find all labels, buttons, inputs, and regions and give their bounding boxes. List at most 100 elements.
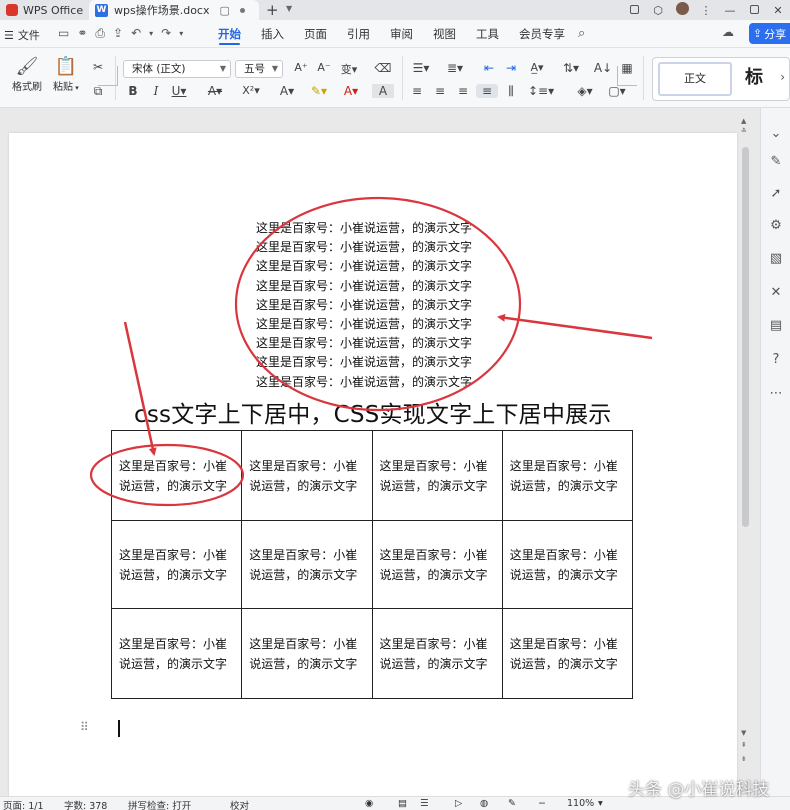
- zoom-dropdown-icon[interactable]: ▾: [598, 798, 603, 809]
- border-icon[interactable]: ▢▾: [606, 84, 628, 98]
- justify-icon[interactable]: ≡: [476, 84, 498, 98]
- prev-page-icon[interactable]: ⇞: [741, 741, 747, 749]
- menu-tab-member[interactable]: 会员专享: [519, 20, 565, 48]
- scroll-top-icon[interactable]: ≛: [741, 127, 747, 135]
- bullet-list-icon[interactable]: ☰▾: [410, 61, 432, 75]
- redo-icon[interactable]: ↷: [161, 26, 171, 41]
- table-cell[interactable]: 这里是百家号：小崔说运营，的演示文字: [371, 608, 503, 699]
- menu-tab-tools[interactable]: 工具: [476, 20, 499, 48]
- increase-font-icon[interactable]: A⁺: [290, 61, 312, 74]
- shading-icon[interactable]: ◈▾: [574, 84, 596, 98]
- table-cell[interactable]: 这里是百家号：小崔说运营，的演示文字: [501, 520, 634, 609]
- page-indicator[interactable]: 页面: 1/1: [3, 798, 44, 810]
- vertical-scrollbar[interactable]: ▲ ≛ ▼ ⇞ ⇟: [739, 117, 753, 797]
- maximize-button[interactable]: [742, 4, 766, 17]
- undo-icon[interactable]: ↶: [131, 26, 141, 41]
- tab-document[interactable]: W wps操作场景.docx ▢: [89, 0, 259, 20]
- close-button[interactable]: ✕: [766, 4, 790, 17]
- screen-icon[interactable]: ▢: [219, 4, 229, 17]
- pen-icon[interactable]: ✎: [508, 798, 516, 809]
- pen-icon[interactable]: ✎: [761, 154, 790, 169]
- italic-icon[interactable]: I: [145, 84, 167, 98]
- scroll-down-icon[interactable]: ▼: [741, 729, 746, 737]
- clear-format-icon[interactable]: ⌫: [372, 61, 394, 75]
- font-family-select[interactable]: 宋体 (正文) ▼: [123, 60, 231, 78]
- table-cell[interactable]: 这里是百家号：小崔说运营，的演示文字: [241, 430, 373, 521]
- font-size-select[interactable]: 五号 ▼: [235, 60, 283, 78]
- book-icon[interactable]: ▤: [761, 318, 790, 333]
- align-right-icon[interactable]: ≡: [452, 84, 474, 98]
- table-cell[interactable]: 这里是百家号：小崔说运营，的演示文字: [501, 608, 634, 699]
- drag-handle-icon[interactable]: ⠿: [80, 720, 89, 734]
- next-page-icon[interactable]: ⇟: [741, 755, 747, 763]
- chevron-down-icon[interactable]: ▼: [286, 4, 292, 13]
- copy-icon[interactable]: ⧉: [87, 84, 109, 99]
- character-shading-icon[interactable]: A: [372, 84, 394, 98]
- new-tab-button[interactable]: +: [266, 1, 279, 19]
- export-icon[interactable]: ⇪: [113, 26, 123, 41]
- underline-icon[interactable]: U▾: [168, 84, 190, 98]
- file-menu-button[interactable]: ☰ 文件: [4, 27, 40, 43]
- align-center-icon[interactable]: ≡: [429, 84, 451, 98]
- zoom-out-icon[interactable]: −: [538, 798, 546, 809]
- image-edit-icon[interactable]: ▧: [761, 251, 790, 266]
- bold-icon[interactable]: B: [122, 84, 144, 98]
- outline-view-icon[interactable]: ☰: [420, 798, 429, 809]
- text-effect-icon[interactable]: A▾: [276, 84, 298, 98]
- proofread-status[interactable]: 校对: [230, 798, 249, 810]
- scrollbar-thumb[interactable]: [742, 147, 749, 527]
- table-cell[interactable]: 这里是百家号：小崔说运营，的演示文字: [110, 520, 243, 609]
- table-cell[interactable]: 这里是百家号：小崔说运营，的演示文字: [110, 608, 243, 699]
- distribute-icon[interactable]: ⫼: [500, 84, 522, 99]
- search-icon[interactable]: ⌕: [578, 26, 585, 41]
- tab-wps-office[interactable]: WPS Office: [0, 0, 88, 20]
- phonetic-guide-icon[interactable]: 变▾: [338, 61, 360, 77]
- font-color-icon[interactable]: A▾: [340, 84, 362, 98]
- save-icon[interactable]: ▭: [58, 26, 69, 41]
- link-icon[interactable]: ⚭: [77, 26, 87, 41]
- table-cell[interactable]: 这里是百家号：小崔说运营，的演示文字: [371, 430, 503, 521]
- superscript-icon[interactable]: X²▾: [240, 84, 262, 97]
- cursor-icon[interactable]: ➚: [761, 186, 790, 201]
- paragraph-sort-icon[interactable]: A↓: [592, 61, 614, 75]
- align-left-icon[interactable]: ≡: [406, 84, 428, 98]
- paste-button[interactable]: 📋 粘贴 ▾: [53, 56, 79, 93]
- share-button[interactable]: ⇪ 分享: [749, 23, 790, 44]
- decrease-font-icon[interactable]: A⁻: [313, 61, 335, 74]
- zoom-level[interactable]: 110%: [567, 798, 594, 809]
- redo-dropdown-icon[interactable]: ▾: [179, 26, 183, 41]
- strikethrough-icon[interactable]: A▾: [204, 84, 226, 98]
- menu-tab-insert[interactable]: 插入: [261, 20, 284, 48]
- play-icon[interactable]: ▷: [455, 798, 462, 809]
- menu-tab-references[interactable]: 引用: [347, 20, 370, 48]
- minimize-button[interactable]: —: [718, 4, 742, 17]
- line-spacing-icon[interactable]: ↕≡▾: [528, 84, 554, 98]
- table-cell[interactable]: 这里是百家号：小崔说运营，的演示文字: [241, 608, 373, 699]
- sort-icon[interactable]: ⇅▾: [560, 61, 582, 75]
- highlight-icon[interactable]: ✎▾: [308, 84, 330, 98]
- help-icon[interactable]: ?: [761, 352, 790, 367]
- page-view-icon[interactable]: ▤: [398, 798, 407, 809]
- collapse-icon[interactable]: ⌄: [761, 126, 790, 141]
- more-icon[interactable]: ⋮: [694, 4, 718, 17]
- style-heading-button[interactable]: 标: [745, 63, 763, 89]
- menu-tab-view[interactable]: 视图: [433, 20, 456, 48]
- style-gallery[interactable]: 正文 标 ›: [652, 57, 790, 101]
- menu-tab-home[interactable]: 开始: [218, 20, 241, 48]
- web-view-icon[interactable]: ◍: [480, 798, 488, 809]
- avatar[interactable]: [670, 2, 694, 18]
- cube-icon[interactable]: ⬡: [646, 4, 670, 17]
- word-count[interactable]: 字数: 378: [64, 798, 107, 810]
- tools-icon[interactable]: ✕: [761, 285, 790, 300]
- document-table[interactable]: 这里是百家号：小崔说运营，的演示文字 这里是百家号：小崔说运营，的演示文字 这里…: [110, 430, 634, 699]
- menu-tab-page[interactable]: 页面: [304, 20, 327, 48]
- table-cell[interactable]: 这里是百家号：小崔说运营，的演示文字: [501, 430, 634, 521]
- print-preview-icon[interactable]: ⎙: [95, 26, 105, 41]
- increase-indent-icon[interactable]: ⇥: [500, 61, 522, 75]
- adjust-icon[interactable]: ⚙: [761, 218, 790, 233]
- undo-dropdown-icon[interactable]: ▾: [149, 26, 153, 41]
- table-cell[interactable]: 这里是百家号：小崔说运营，的演示文字: [110, 430, 243, 521]
- table-cell[interactable]: 这里是百家号：小崔说运营，的演示文字: [241, 520, 373, 609]
- decrease-indent-icon[interactable]: ⇤: [478, 61, 500, 75]
- format-painter-button[interactable]: 🖌 格式刷: [12, 56, 42, 93]
